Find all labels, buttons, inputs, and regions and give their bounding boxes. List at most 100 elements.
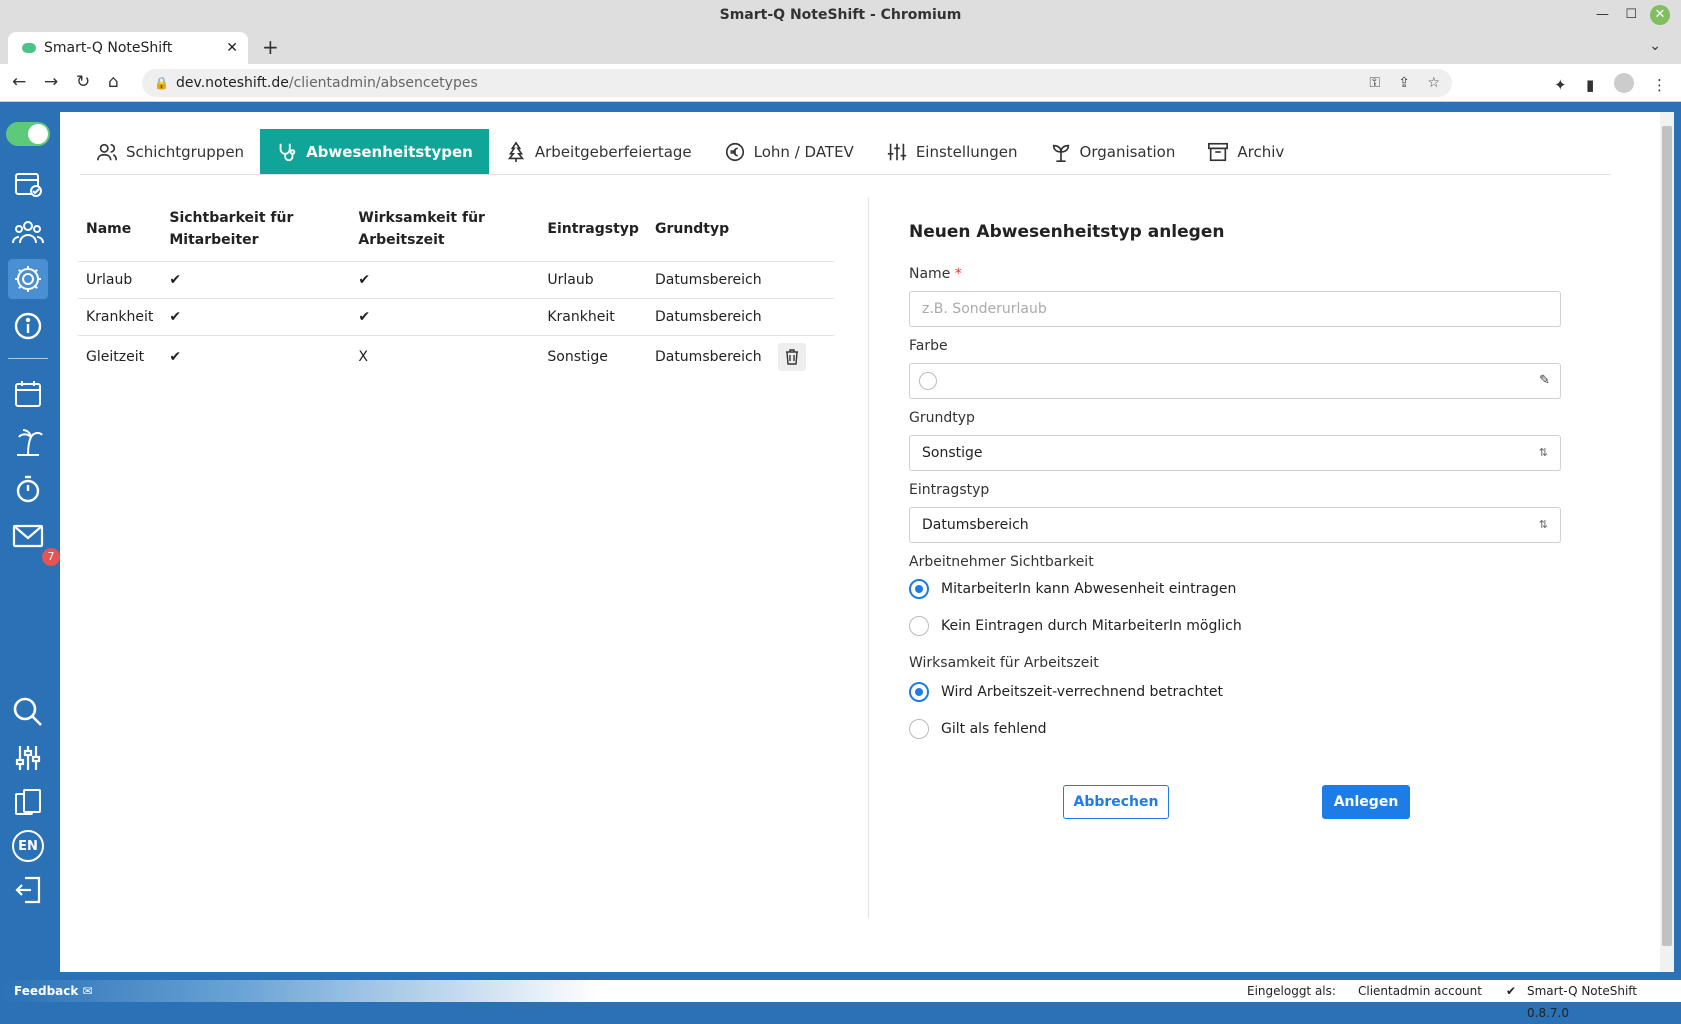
filter-sliders-icon[interactable] [8, 738, 48, 778]
cell-actions [770, 336, 834, 378]
bookmark-star-icon[interactable]: ☆ [1427, 69, 1440, 97]
tab-abwesenheitstypen[interactable]: Abwesenheitstypen [260, 129, 489, 174]
key-icon[interactable]: ⚿ [1369, 69, 1380, 97]
cell-name: Urlaub [78, 261, 162, 299]
cell-entry-type: Urlaub [539, 261, 647, 299]
table-row[interactable]: Krankheit ✔ ✔ Krankheit Datumsbereich [78, 298, 834, 336]
browser-menu-icon[interactable]: ⋮ [1652, 76, 1667, 94]
column-header-entry-type[interactable]: Eintragstyp [539, 197, 647, 262]
share-icon[interactable]: ⇪ [1398, 69, 1410, 97]
create-absence-type-form: Neuen Abwesenheitstyp anlegen Name * z.B… [909, 222, 1561, 819]
users-icon [97, 143, 117, 160]
feedback-link[interactable]: Feedback [14, 984, 78, 998]
radio-button[interactable] [909, 616, 929, 636]
entry-type-select[interactable]: Datumsbereich ⇅ [909, 507, 1561, 543]
lock-icon: 🔒 [154, 76, 169, 90]
language-label: EN [12, 830, 44, 862]
feedback-mail-icon[interactable]: ✉ [83, 984, 93, 998]
info-icon[interactable] [8, 306, 48, 346]
settings-tabs: Schichtgruppen Abwesenheitstypen Arbeitg… [80, 129, 1610, 175]
radio-button[interactable] [909, 719, 929, 739]
browser-tab[interactable]: Smart-Q NoteShift ✕ [8, 32, 248, 64]
name-placeholder: z.B. Sonderurlaub [922, 301, 1047, 317]
stopwatch-icon[interactable] [8, 469, 48, 509]
favicon-icon [22, 43, 36, 53]
radio-label: Gilt als fehlend [941, 721, 1047, 737]
table-row[interactable]: Gleitzeit ✔ X Sonstige Datumsbereich [78, 336, 834, 378]
tab-arbeitgeberfeiertage[interactable]: Arbeitgeberfeiertage [489, 129, 708, 174]
url-input[interactable]: 🔒 dev.noteshift.de/clientadmin/absencety… [142, 69, 1452, 97]
table-row[interactable]: Urlaub ✔ ✔ Urlaub Datumsbereich [78, 261, 834, 299]
language-switch[interactable]: EN [8, 826, 48, 866]
logout-icon[interactable] [8, 870, 48, 910]
maximize-icon[interactable]: ☐ [1625, 0, 1637, 30]
cell-name: Krankheit [78, 298, 162, 336]
column-header-name[interactable]: Name [78, 197, 162, 262]
delete-button[interactable] [777, 342, 806, 371]
cell-effect: X [358, 348, 368, 365]
minimize-icon[interactable]: — [1596, 0, 1609, 30]
effect-label: Wirksamkeit für Arbeitszeit [909, 655, 1099, 671]
reload-icon[interactable]: ↻ [76, 72, 90, 92]
name-label-text: Name [909, 266, 951, 282]
radio-label: MitarbeiterIn kann Abwesenheit eintragen [941, 581, 1237, 597]
entry-type-label: Eintragstyp [909, 482, 990, 498]
scrollbar-thumb[interactable] [1662, 126, 1672, 946]
base-type-select[interactable]: Sonstige ⇅ [909, 435, 1561, 471]
calendar-check-icon[interactable] [8, 164, 48, 204]
devices-icon[interactable] [8, 782, 48, 822]
close-tab-icon[interactable]: ✕ [226, 32, 238, 64]
app-version: Smart-Q NoteShift 0.8.7.0 [1527, 984, 1638, 1020]
trash-icon [785, 349, 798, 365]
forward-icon[interactable]: → [44, 72, 58, 92]
visibility-option-allowed[interactable]: MitarbeiterIn kann Abwesenheit eintragen [909, 579, 1236, 599]
new-tab-icon[interactable]: + [262, 34, 279, 60]
cancel-button[interactable]: Abbrechen [1063, 785, 1169, 819]
close-window-icon[interactable]: ✕ [1650, 5, 1670, 25]
side-panel-icon[interactable]: ▮ [1586, 76, 1594, 94]
clock-toggle[interactable] [6, 122, 50, 146]
back-icon[interactable]: ← [12, 72, 26, 92]
home-icon[interactable]: ⌂ [108, 72, 119, 92]
radio-label: Kein Eintragen durch MitarbeiterIn mögli… [941, 618, 1242, 634]
visibility-option-denied[interactable]: Kein Eintragen durch MitarbeiterIn mögli… [909, 616, 1242, 636]
create-button[interactable]: Anlegen [1322, 785, 1410, 819]
tab-search-icon[interactable]: ⌄ [1649, 38, 1661, 54]
column-header-base-type[interactable]: Grundtyp [646, 197, 770, 262]
tab-organisation[interactable]: Organisation [1034, 129, 1192, 174]
effect-option-counted[interactable]: Wird Arbeitszeit-verrechnend betrachtet [909, 682, 1223, 702]
radio-button-checked[interactable] [909, 682, 929, 702]
palm-tree-icon[interactable] [8, 422, 48, 462]
column-header-effect[interactable]: Wirksamkeit für Arbeitszeit [350, 197, 540, 262]
main-panel: Schichtgruppen Abwesenheitstypen Arbeitg… [60, 112, 1660, 972]
pencil-icon[interactable]: ✎ [1539, 364, 1550, 398]
color-picker-field[interactable]: ✎ [909, 363, 1561, 399]
tab-archiv[interactable]: Archiv [1191, 129, 1300, 174]
form-title: Neuen Abwesenheitstyp anlegen [909, 222, 1225, 242]
color-label: Farbe [909, 338, 948, 354]
effect-option-missing[interactable]: Gilt als fehlend [909, 719, 1046, 739]
app-sidebar: 7 EN [0, 102, 60, 980]
radio-button-checked[interactable] [909, 579, 929, 599]
base-type-label: Grundtyp [909, 410, 975, 426]
table-header-row: Name Sichtbarkeit für Mitarbeiter Wirksa… [78, 197, 834, 262]
mail-icon[interactable]: 7 [8, 516, 60, 566]
tab-einstellungen[interactable]: Einstellungen [870, 129, 1034, 174]
tab-label: Archiv [1237, 142, 1285, 161]
url-host: dev.noteshift.de [176, 75, 289, 91]
extensions-icon[interactable]: ✦ [1554, 76, 1567, 94]
calendar-icon[interactable] [8, 374, 48, 414]
settings-gear-icon[interactable] [8, 259, 48, 299]
profile-avatar[interactable] [1614, 73, 1634, 93]
page-scrollbar[interactable] [1660, 112, 1674, 972]
archive-icon [1208, 142, 1229, 161]
column-header-visibility[interactable]: Sichtbarkeit für Mitarbeiter [161, 197, 351, 262]
search-icon[interactable] [8, 692, 48, 732]
tab-lohn-datev[interactable]: Lohn / DATEV [708, 129, 870, 174]
tab-schichtgruppen[interactable]: Schichtgruppen [80, 129, 260, 174]
cell-actions [769, 298, 834, 336]
name-input[interactable]: z.B. Sonderurlaub [909, 291, 1561, 327]
window-title: Smart-Q NoteShift - Chromium [0, 0, 1681, 30]
column-header-actions [769, 197, 834, 262]
team-icon[interactable] [8, 212, 48, 252]
